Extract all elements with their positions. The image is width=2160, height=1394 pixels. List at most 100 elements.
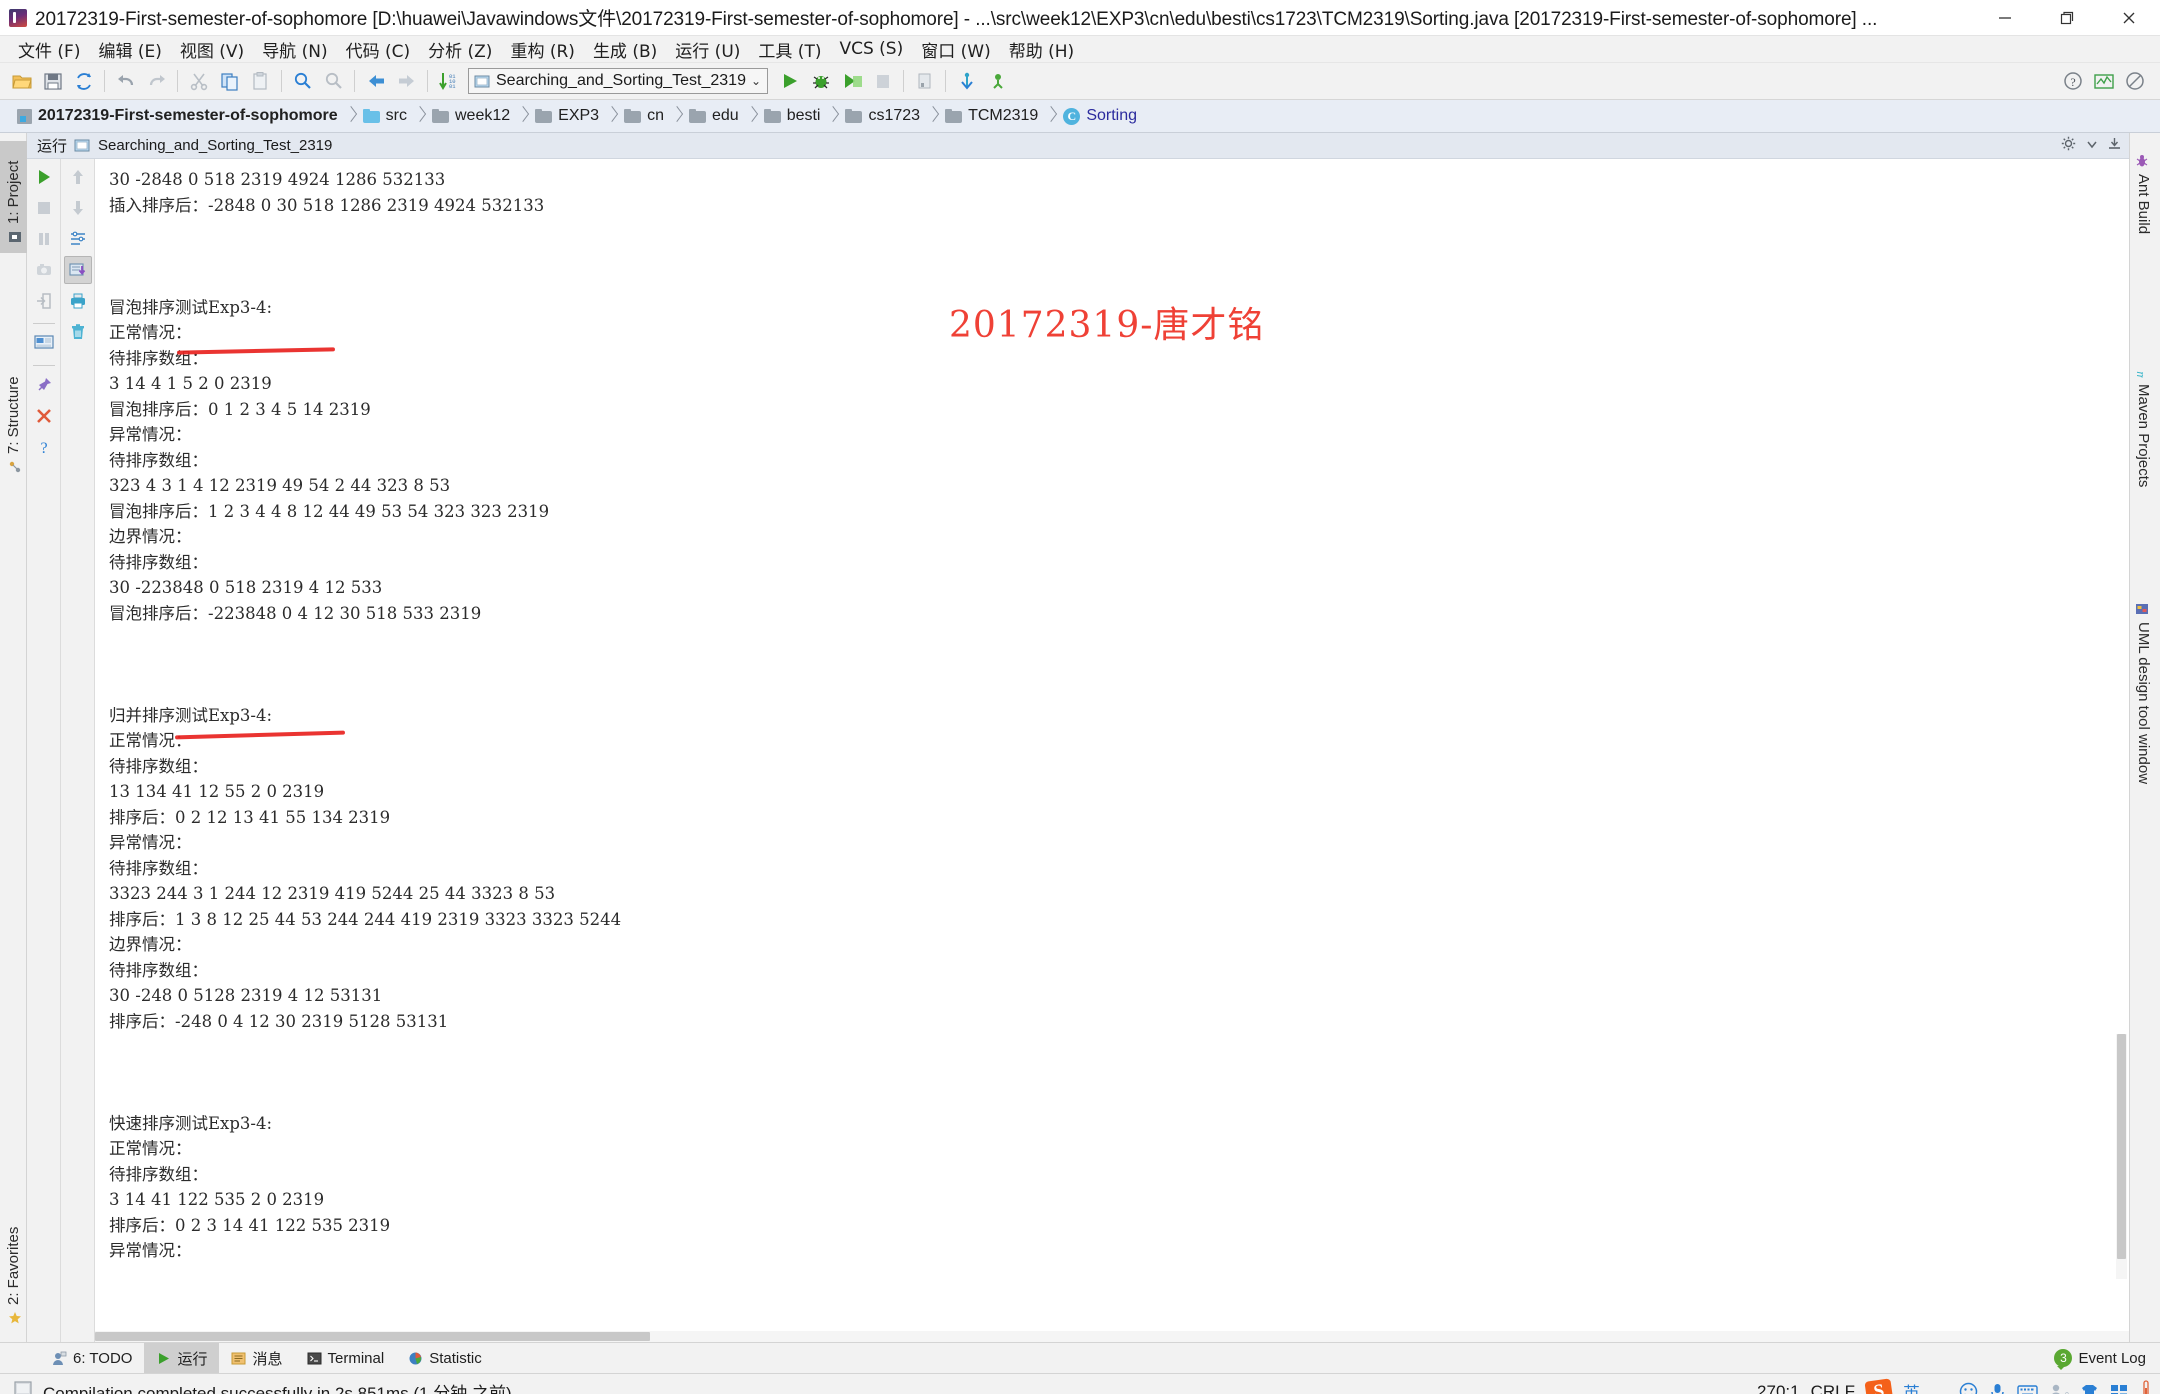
- sidebar-item-maven-projects[interactable]: m Maven Projects: [2130, 355, 2157, 521]
- commit-icon[interactable]: [982, 66, 1013, 97]
- sidebar-item-structure[interactable]: 7: Structure: [0, 353, 27, 483]
- sidebar-item-favorites[interactable]: 2: Favorites: [0, 1204, 27, 1334]
- undo-icon[interactable]: [110, 66, 141, 97]
- shirt-icon[interactable]: [2080, 1383, 2099, 1394]
- breadcrumb-item-exp3[interactable]: EXP3: [528, 107, 606, 125]
- menu-analyze[interactable]: 分析 (Z): [419, 35, 501, 64]
- folder-icon: [945, 109, 963, 123]
- sogou-ime-icon[interactable]: S: [1864, 1377, 1894, 1394]
- down-arrow-icon[interactable]: [64, 194, 92, 222]
- debug-icon[interactable]: [805, 66, 836, 97]
- tab-terminal[interactable]: Terminal: [295, 1343, 397, 1373]
- ime-punctuation-label[interactable]: ，: [1931, 1379, 1948, 1394]
- breadcrumb-item-cs1723[interactable]: cs1723: [838, 107, 927, 125]
- hide-icon[interactable]: [2108, 137, 2121, 155]
- ime-mode-label[interactable]: 英: [1903, 1379, 1920, 1394]
- menu-window[interactable]: 窗口 (W): [912, 35, 999, 64]
- tab-statistic[interactable]: Statistic: [396, 1343, 494, 1373]
- keyboard-icon[interactable]: [2017, 1384, 2038, 1394]
- chevron-down-icon[interactable]: [2086, 137, 2098, 155]
- toolbar-separator: [32, 365, 55, 366]
- forward-icon[interactable]: [391, 66, 422, 97]
- scroll-to-end-icon[interactable]: [63, 256, 92, 284]
- menu-refactor[interactable]: 重构 (R): [501, 35, 583, 64]
- breadcrumb-item-week12[interactable]: week12: [425, 107, 517, 125]
- update-project-icon[interactable]: [951, 66, 982, 97]
- replace-icon[interactable]: [318, 66, 349, 97]
- pin-icon[interactable]: [30, 371, 58, 399]
- open-icon[interactable]: [6, 66, 37, 97]
- breadcrumb-item-cn[interactable]: cn: [617, 107, 671, 125]
- menu-help[interactable]: 帮助 (H): [1000, 35, 1083, 64]
- console-output[interactable]: 30 -2848 0 518 2319 4924 1286 532133 插入排序…: [95, 159, 2129, 1342]
- menu-code[interactable]: 代码 (C): [337, 35, 420, 64]
- exit-icon[interactable]: [30, 287, 58, 315]
- sidebar-item-project[interactable]: 1: Project: [0, 141, 27, 253]
- help-icon[interactable]: ?: [30, 433, 58, 461]
- menu-view[interactable]: 视图 (V): [171, 35, 253, 64]
- save-all-icon[interactable]: [37, 66, 68, 97]
- breadcrumb-label: 20172319-First-semester-of-sophomore: [38, 107, 338, 124]
- find-icon[interactable]: [287, 66, 318, 97]
- up-arrow-icon[interactable]: [64, 163, 92, 191]
- cut-icon[interactable]: [183, 66, 214, 97]
- gear-icon[interactable]: [2061, 136, 2076, 156]
- sidebar-item-ant-build[interactable]: Ant Build: [2130, 145, 2157, 267]
- tab-todo[interactable]: 6: TODO: [40, 1343, 144, 1373]
- clear-all-icon[interactable]: [64, 318, 92, 346]
- print-icon[interactable]: [64, 287, 92, 315]
- redo-icon[interactable]: [141, 66, 172, 97]
- stop-icon[interactable]: [867, 66, 898, 97]
- breadcrumb-item-tcm2319[interactable]: TCM2319: [938, 107, 1045, 125]
- layout-icon[interactable]: [30, 329, 58, 357]
- help-icon[interactable]: ?: [2057, 66, 2088, 97]
- console-vertical-scrollbar[interactable]: [2116, 1034, 2127, 1279]
- close-button[interactable]: [2098, 0, 2160, 36]
- breadcrumb-item-sorting[interactable]: C Sorting: [1056, 107, 1144, 125]
- dump-threads-icon[interactable]: [30, 256, 58, 284]
- rerun-icon[interactable]: [30, 163, 58, 191]
- stop-icon[interactable]: [30, 194, 58, 222]
- thermometer-icon[interactable]: [2140, 1379, 2152, 1394]
- console-horizontal-scrollbar[interactable]: [95, 1331, 2129, 1342]
- menu-tools[interactable]: 工具 (T): [749, 35, 830, 64]
- paste-icon[interactable]: [245, 66, 276, 97]
- tab-messages[interactable]: 消息: [219, 1343, 294, 1373]
- smiley-icon[interactable]: [1959, 1382, 1978, 1394]
- chevron-down-icon[interactable]: ⌄: [751, 74, 763, 88]
- copy-icon[interactable]: [214, 66, 245, 97]
- activity-monitor-icon[interactable]: [2088, 66, 2119, 97]
- microphone-icon[interactable]: [1989, 1382, 2006, 1394]
- sidebar-item-uml-design[interactable]: UML design tool window: [2130, 593, 2157, 833]
- tab-run[interactable]: 运行: [144, 1343, 220, 1373]
- minimize-button[interactable]: [1974, 0, 2036, 36]
- user-icon[interactable]: 05: [2049, 1383, 2069, 1394]
- soft-wrap-icon[interactable]: [64, 225, 92, 253]
- event-log-group[interactable]: 3 Event Log: [2054, 1349, 2146, 1370]
- breadcrumb-item-project[interactable]: 20172319-First-semester-of-sophomore: [10, 107, 345, 125]
- sync-icon[interactable]: [68, 66, 99, 97]
- breadcrumb-item-edu[interactable]: edu: [682, 107, 746, 125]
- sort-icon[interactable]: 01 10 01: [433, 66, 464, 97]
- profile-icon[interactable]: [909, 66, 940, 97]
- line-separator[interactable]: CRLF: [1811, 1382, 1855, 1394]
- breadcrumb-item-src[interactable]: src: [356, 107, 414, 125]
- toolbox-icon[interactable]: [2110, 1383, 2129, 1394]
- run-icon[interactable]: [774, 66, 805, 97]
- run-coverage-icon[interactable]: [836, 66, 867, 97]
- menu-run[interactable]: 运行 (U): [666, 35, 749, 64]
- menu-build[interactable]: 生成 (B): [584, 35, 666, 64]
- menu-file[interactable]: 文件 (F): [9, 35, 89, 64]
- menu-vcs[interactable]: VCS (S): [830, 37, 912, 61]
- pause-icon[interactable]: [30, 225, 58, 253]
- caret-position[interactable]: 270:1: [1757, 1382, 1800, 1394]
- menu-edit[interactable]: 编辑 (E): [89, 35, 170, 64]
- back-icon[interactable]: [360, 66, 391, 97]
- menu-navigate[interactable]: 导航 (N): [253, 35, 336, 64]
- search-everywhere-icon[interactable]: [2119, 66, 2150, 97]
- breadcrumb-item-besti[interactable]: besti: [757, 107, 828, 125]
- run-configuration-selector[interactable]: Searching_and_Sorting_Test_2319 ⌄: [468, 68, 769, 94]
- close-icon[interactable]: [30, 402, 58, 430]
- run-window-tab-name[interactable]: Searching_and_Sorting_Test_2319: [98, 137, 332, 154]
- maximize-button[interactable]: [2036, 0, 2098, 36]
